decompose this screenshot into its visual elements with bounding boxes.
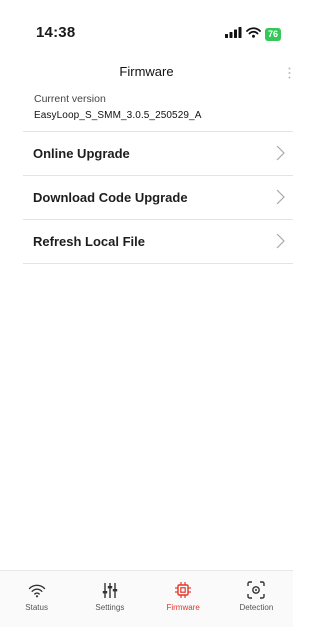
menu-item-refresh-local-file[interactable]: Refresh Local File: [23, 220, 293, 264]
wifi-icon: [28, 580, 46, 600]
sliders-icon: [102, 580, 118, 600]
tab-firmware[interactable]: Firmware: [147, 571, 220, 627]
status-time: 14:38: [36, 24, 76, 41]
tab-label: Settings: [95, 603, 125, 612]
signal-icon: [224, 25, 242, 43]
app-screen: 14:38 76 Firmware Current version EasyLo…: [0, 0, 293, 627]
tab-label: Firmware: [166, 603, 200, 612]
header: Firmware: [0, 60, 293, 84]
chevron-right-icon: [276, 145, 285, 166]
menu-item-download-code-upgrade[interactable]: Download Code Upgrade: [23, 176, 293, 220]
battery-indicator: 76: [264, 27, 281, 41]
status-icons: 76: [224, 25, 281, 43]
chevron-right-icon: [276, 189, 285, 210]
tab-detection[interactable]: Detection: [220, 571, 293, 627]
status-bar: 14:38 76: [0, 0, 293, 50]
detection-icon: [247, 580, 266, 600]
menu-item-online-upgrade[interactable]: Online Upgrade: [23, 132, 293, 176]
version-label: Current version: [34, 93, 106, 105]
more-icon[interactable]: [288, 66, 291, 84]
menu-item-label: Online Upgrade: [33, 146, 130, 161]
menu-item-label: Refresh Local File: [33, 234, 145, 249]
tab-label: Detection: [239, 603, 274, 612]
tab-status[interactable]: Status: [0, 571, 73, 627]
wifi-status-icon: [246, 25, 261, 43]
tab-bar: Status Settings Firmware Detection: [0, 570, 293, 627]
chevron-right-icon: [276, 233, 285, 254]
tab-label: Status: [25, 603, 48, 612]
upgrade-menu: Online Upgrade Download Code Upgrade Ref…: [23, 131, 293, 264]
page-title: Firmware: [119, 64, 174, 79]
version-section: Current version EasyLoop_S_SMM_3.0.5_250…: [34, 93, 273, 121]
version-value: EasyLoop_S_SMM_3.0.5_250529_A: [34, 110, 202, 121]
chip-icon: [174, 580, 192, 600]
tab-settings[interactable]: Settings: [73, 571, 146, 627]
menu-item-label: Download Code Upgrade: [33, 190, 188, 205]
